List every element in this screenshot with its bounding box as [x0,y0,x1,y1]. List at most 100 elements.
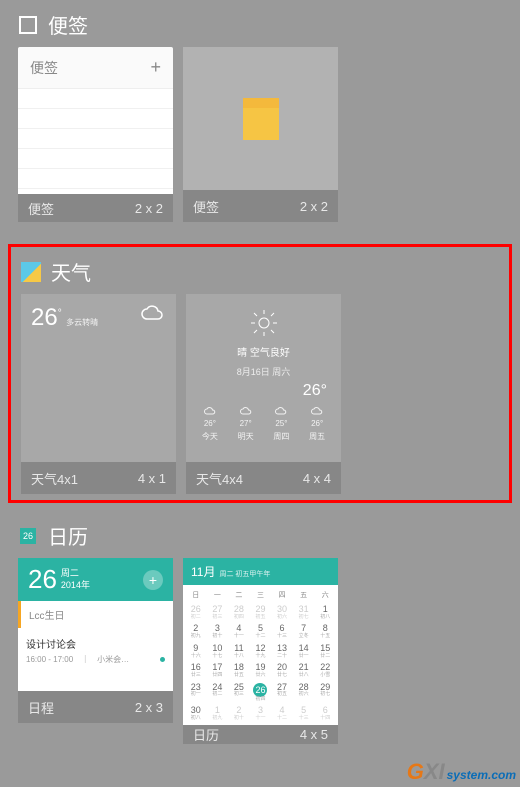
event-item: Lcc生日 [18,601,173,628]
section-title: 天气 [51,257,91,286]
widget-notes-simple[interactable]: 便签 2 x 2 [183,47,338,222]
section-header-notes: 便签 [0,0,520,47]
calendar-weekday: 三 [250,587,272,603]
calendar-day: 17廿四 [207,661,229,680]
section-header-calendar: 26 日历 [0,511,520,558]
calendar-month: 11月 [191,563,215,580]
schedule-date: 26 [28,564,57,595]
notes-header-label: 便签 [30,58,58,78]
section-title: 日历 [48,521,88,550]
widget-notes-preview[interactable]: 便签 + 便签 2 x 2 [18,47,173,222]
calendar-day: 16廿三 [185,661,207,680]
calendar-day: 1初九 [207,704,229,723]
calendar-day: 20廿七 [271,661,293,680]
calendar-weekday: 五 [293,587,315,603]
calendar-weekday: 六 [314,587,336,603]
calendar-day: 30初六 [271,603,293,622]
forecast-day: 26°今天 [202,406,218,442]
calendar-day: 26初二 [185,603,207,622]
note-icon [243,98,279,140]
calendar-day: 18廿五 [228,661,250,680]
calendar-day: 12十九 [250,642,272,661]
weather-condition: 晴 空气良好 [192,344,335,359]
event-item: 设计讨论会 16:00 - 17:00 ｜ 小米会… [18,628,173,673]
calendar-day: 28初六 [293,681,315,705]
sun-icon [192,308,335,340]
cloud-icon [140,304,166,329]
calendar-day: 5十二 [250,622,272,641]
forecast-day: 26°周五 [309,406,325,442]
calendar-day: 8十五 [314,622,336,641]
calendar-weekday: 一 [207,587,229,603]
widget-label: 日历 [193,725,219,744]
calendar-sub: 周二 初五甲午年 [219,569,270,579]
widget-size: 2 x 2 [135,201,163,216]
schedule-year: 2014年 [61,580,90,592]
calendar-day: 21廿八 [293,661,315,680]
calendar-day: 6十三 [271,622,293,641]
calendar-day: 14廿一 [293,642,315,661]
widget-label: 天气4x4 [196,469,243,488]
weather-condition: 多云转晴 [66,318,98,327]
notes-icon [18,15,38,35]
calendar-day: 23初一 [185,681,207,705]
widget-label: 便签 [28,199,54,218]
calendar-day: 2初十 [228,704,250,723]
calendar-day: 15廿二 [314,642,336,661]
widget-calendar[interactable]: 11月 周二 初五甲午年 日一二三四五六 26初二27初三28初四29初五30初六… [183,558,338,723]
calendar-day: 29初七 [314,681,336,705]
widget-size: 4 x 5 [300,727,328,742]
widget-weather-4x1[interactable]: 26° 多云转晴 天气4x1 4 x 1 [21,294,176,494]
calendar-day: 31初七 [293,603,315,622]
widget-label: 日程 [28,698,54,717]
forecast-day: 27°明天 [238,406,254,442]
calendar-day: 4十一 [228,622,250,641]
calendar-day: 29初五 [250,603,272,622]
calendar-weekday: 日 [185,587,207,603]
widget-weather-4x4[interactable]: 晴 空气良好 8月16日 周六 26° 26°今天 27°明天 25°周四 26°周五… [186,294,341,494]
calendar-day: 4十二 [271,704,293,723]
calendar-day: 22小雪 [314,661,336,680]
calendar-day: 27初五 [271,681,293,705]
calendar-day: 19廿六 [250,661,272,680]
dot-icon [160,657,165,662]
highlight-box: 天气 26° 多云转晴 天气4x1 4 x 1 晴 空气良好 8月16日 周 [8,244,512,503]
forecast-day: 25°周四 [273,406,289,442]
calendar-day: 27初三 [207,603,229,622]
calendar-day: 30初八 [185,704,207,723]
calendar-grid: 日一二三四五六26初二27初三28初四29初五30初六31初七1初八2初九3初十… [183,585,338,725]
calendar-day: 28初四 [228,603,250,622]
add-icon: + [150,57,161,78]
temp-value: 26° [192,382,335,400]
schedule-day: 周二 [61,568,90,580]
widget-label: 便签 [193,197,219,216]
calendar-day: 11十八 [228,642,250,661]
add-event-icon: + [143,570,163,590]
widget-size: 4 x 4 [303,471,331,486]
widget-size: 4 x 1 [138,471,166,486]
calendar-day: 3十一 [250,704,272,723]
weather-icon [21,262,41,282]
calendar-day: 2初九 [185,622,207,641]
section-title: 便签 [48,10,88,39]
calendar-day: 10十七 [207,642,229,661]
calendar-day: 26初四 [250,681,272,705]
calendar-day: 7立冬 [293,622,315,641]
calendar-day: 24初二 [207,681,229,705]
calendar-day: 3初十 [207,622,229,641]
weather-date: 8月16日 周六 [192,365,335,378]
widget-size: 2 x 2 [300,199,328,214]
watermark: G XI system.com [407,759,516,785]
calendar-weekday: 二 [228,587,250,603]
calendar-day: 5十三 [293,704,315,723]
calendar-weekday: 四 [271,587,293,603]
calendar-day: 6十四 [314,704,336,723]
notes-lines [18,89,173,194]
forecast-row: 26°今天 27°明天 25°周四 26°周五 [192,406,335,442]
calendar-day: 25初三 [228,681,250,705]
section-header-weather: 天气 [11,247,509,294]
widget-schedule[interactable]: 26 周二 2014年 + Lcc生日 设计讨论会 16:00 - 17:00 … [18,558,173,723]
calendar-day: 13二十 [271,642,293,661]
widget-size: 2 x 3 [135,700,163,715]
calendar-day: 9十六 [185,642,207,661]
